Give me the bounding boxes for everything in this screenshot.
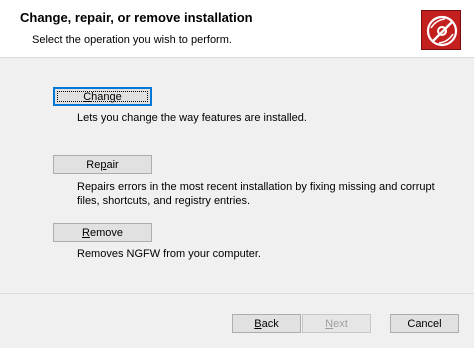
next-button[interactable]: Next bbox=[302, 314, 371, 333]
remove-button[interactable]: Remove bbox=[53, 223, 152, 242]
back-button[interactable]: Back bbox=[232, 314, 301, 333]
page-subtitle: Select the operation you wish to perform… bbox=[32, 34, 232, 46]
repair-description: Repairs errors in the most recent instal… bbox=[77, 180, 437, 208]
repair-description-line2: files, shortcuts, and registry entries. bbox=[77, 195, 251, 207]
cancel-button[interactable]: Cancel bbox=[390, 314, 459, 333]
next-button-label: Next bbox=[325, 317, 348, 330]
page-title: Change, repair, or remove installation bbox=[20, 10, 253, 25]
remove-description: Removes NGFW from your computer. bbox=[77, 248, 261, 260]
change-button[interactable]: Change bbox=[53, 87, 152, 106]
repair-button[interactable]: Repair bbox=[53, 155, 152, 174]
header-banner: Change, repair, or remove installation S… bbox=[0, 0, 474, 58]
disc-install-icon bbox=[421, 10, 461, 50]
repair-description-line1: Repairs errors in the most recent instal… bbox=[77, 181, 435, 193]
change-description: Lets you change the way features are ins… bbox=[77, 112, 307, 124]
back-button-label: Back bbox=[254, 317, 279, 330]
footer-divider bbox=[0, 293, 474, 294]
remove-button-label: Remove bbox=[82, 226, 123, 239]
repair-button-label: Repair bbox=[86, 158, 119, 171]
change-button-label: Change bbox=[83, 90, 122, 103]
